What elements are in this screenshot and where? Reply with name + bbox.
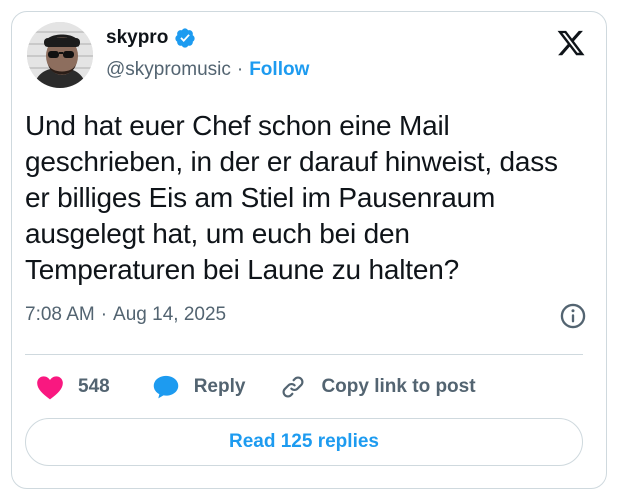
- verified-badge-icon: [175, 28, 195, 48]
- link-icon: [282, 376, 304, 398]
- copy-link-button[interactable]: Copy link to post: [279, 374, 476, 400]
- like-button[interactable]: 548: [36, 374, 110, 400]
- reply-bubble-icon: [153, 375, 178, 399]
- author-name-row: skypro: [106, 26, 196, 50]
- like-count: 548: [78, 376, 110, 397]
- handle-separator: ·: [236, 59, 244, 80]
- action-bar: 548 Reply Copy link to post: [36, 372, 506, 402]
- tweet-text: Und hat euer Chef schon eine Mail geschr…: [25, 110, 558, 285]
- tweet-timestamp[interactable]: 7:08 AM · Aug 14, 2025: [25, 303, 226, 327]
- author-handle[interactable]: @skypromusic: [106, 58, 231, 82]
- heart-icon: [37, 376, 63, 400]
- copy-link-label: Copy link to post: [321, 376, 476, 397]
- author-handle-row: @skypromusic · Follow: [106, 58, 309, 82]
- follow-button[interactable]: Follow: [249, 58, 309, 82]
- timestamp-separator: ·: [100, 304, 108, 325]
- read-replies-label: Read 125 replies: [229, 431, 379, 452]
- avatar[interactable]: [27, 22, 93, 88]
- divider: [25, 354, 583, 355]
- info-icon[interactable]: [559, 302, 587, 330]
- avatar-image: [27, 22, 93, 88]
- x-logo-icon[interactable]: [555, 28, 587, 58]
- reply-label: Reply: [193, 376, 246, 397]
- tweet-date: Aug 14, 2025: [113, 304, 227, 325]
- reply-button[interactable]: Reply: [152, 374, 246, 400]
- author-display-name[interactable]: skypro: [106, 26, 168, 50]
- read-replies-button[interactable]: Read 125 replies: [25, 418, 583, 466]
- tweet-time: 7:08 AM: [25, 304, 95, 325]
